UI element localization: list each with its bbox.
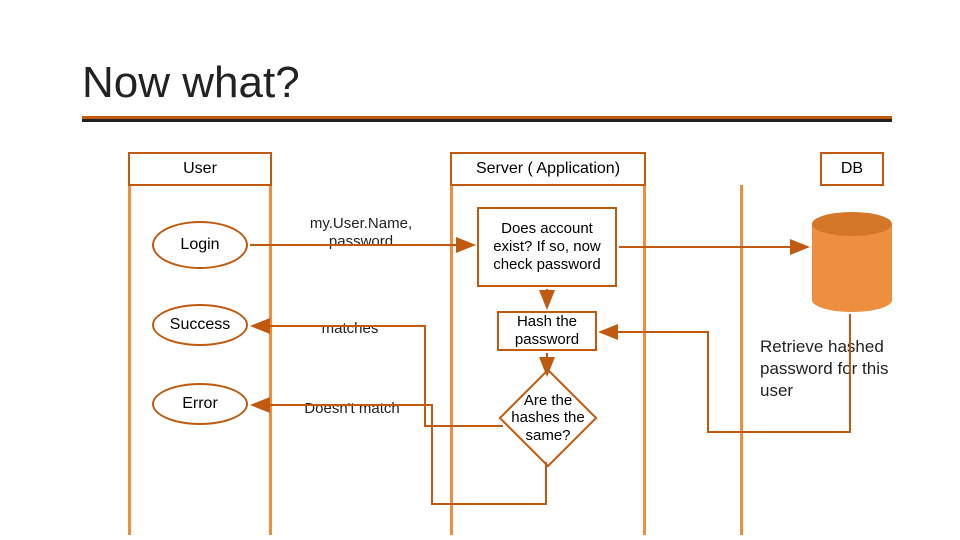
db-annotation: Retrieve hashed password for this user (760, 336, 910, 402)
node-compare: Are the hashes the same? (500, 370, 596, 466)
lane-left-server (450, 185, 453, 535)
label-no-match: Doesn't match (292, 400, 412, 418)
node-compare-text: Are the hashes the same? (500, 392, 596, 444)
node-login: Login (152, 221, 248, 269)
lane-header-db: DB (820, 152, 884, 186)
db-cylinder-icon (812, 212, 892, 312)
lane-left-db (740, 185, 743, 535)
title-divider (82, 116, 892, 122)
label-credentials: my.User.Name, password (296, 215, 426, 251)
node-success: Success (152, 304, 248, 346)
lane-header-user: User (128, 152, 272, 186)
lane-right-server (643, 185, 646, 535)
node-error: Error (152, 383, 248, 425)
slide-title: Now what? (82, 58, 300, 108)
lane-header-server: Server ( Application) (450, 152, 646, 186)
lane-right-user (269, 185, 272, 535)
node-hash: Hash the password (497, 311, 597, 351)
label-matches: matches (300, 320, 400, 338)
lane-left-user (128, 185, 131, 535)
node-check-account: Does account exist? If so, now check pas… (477, 207, 617, 287)
